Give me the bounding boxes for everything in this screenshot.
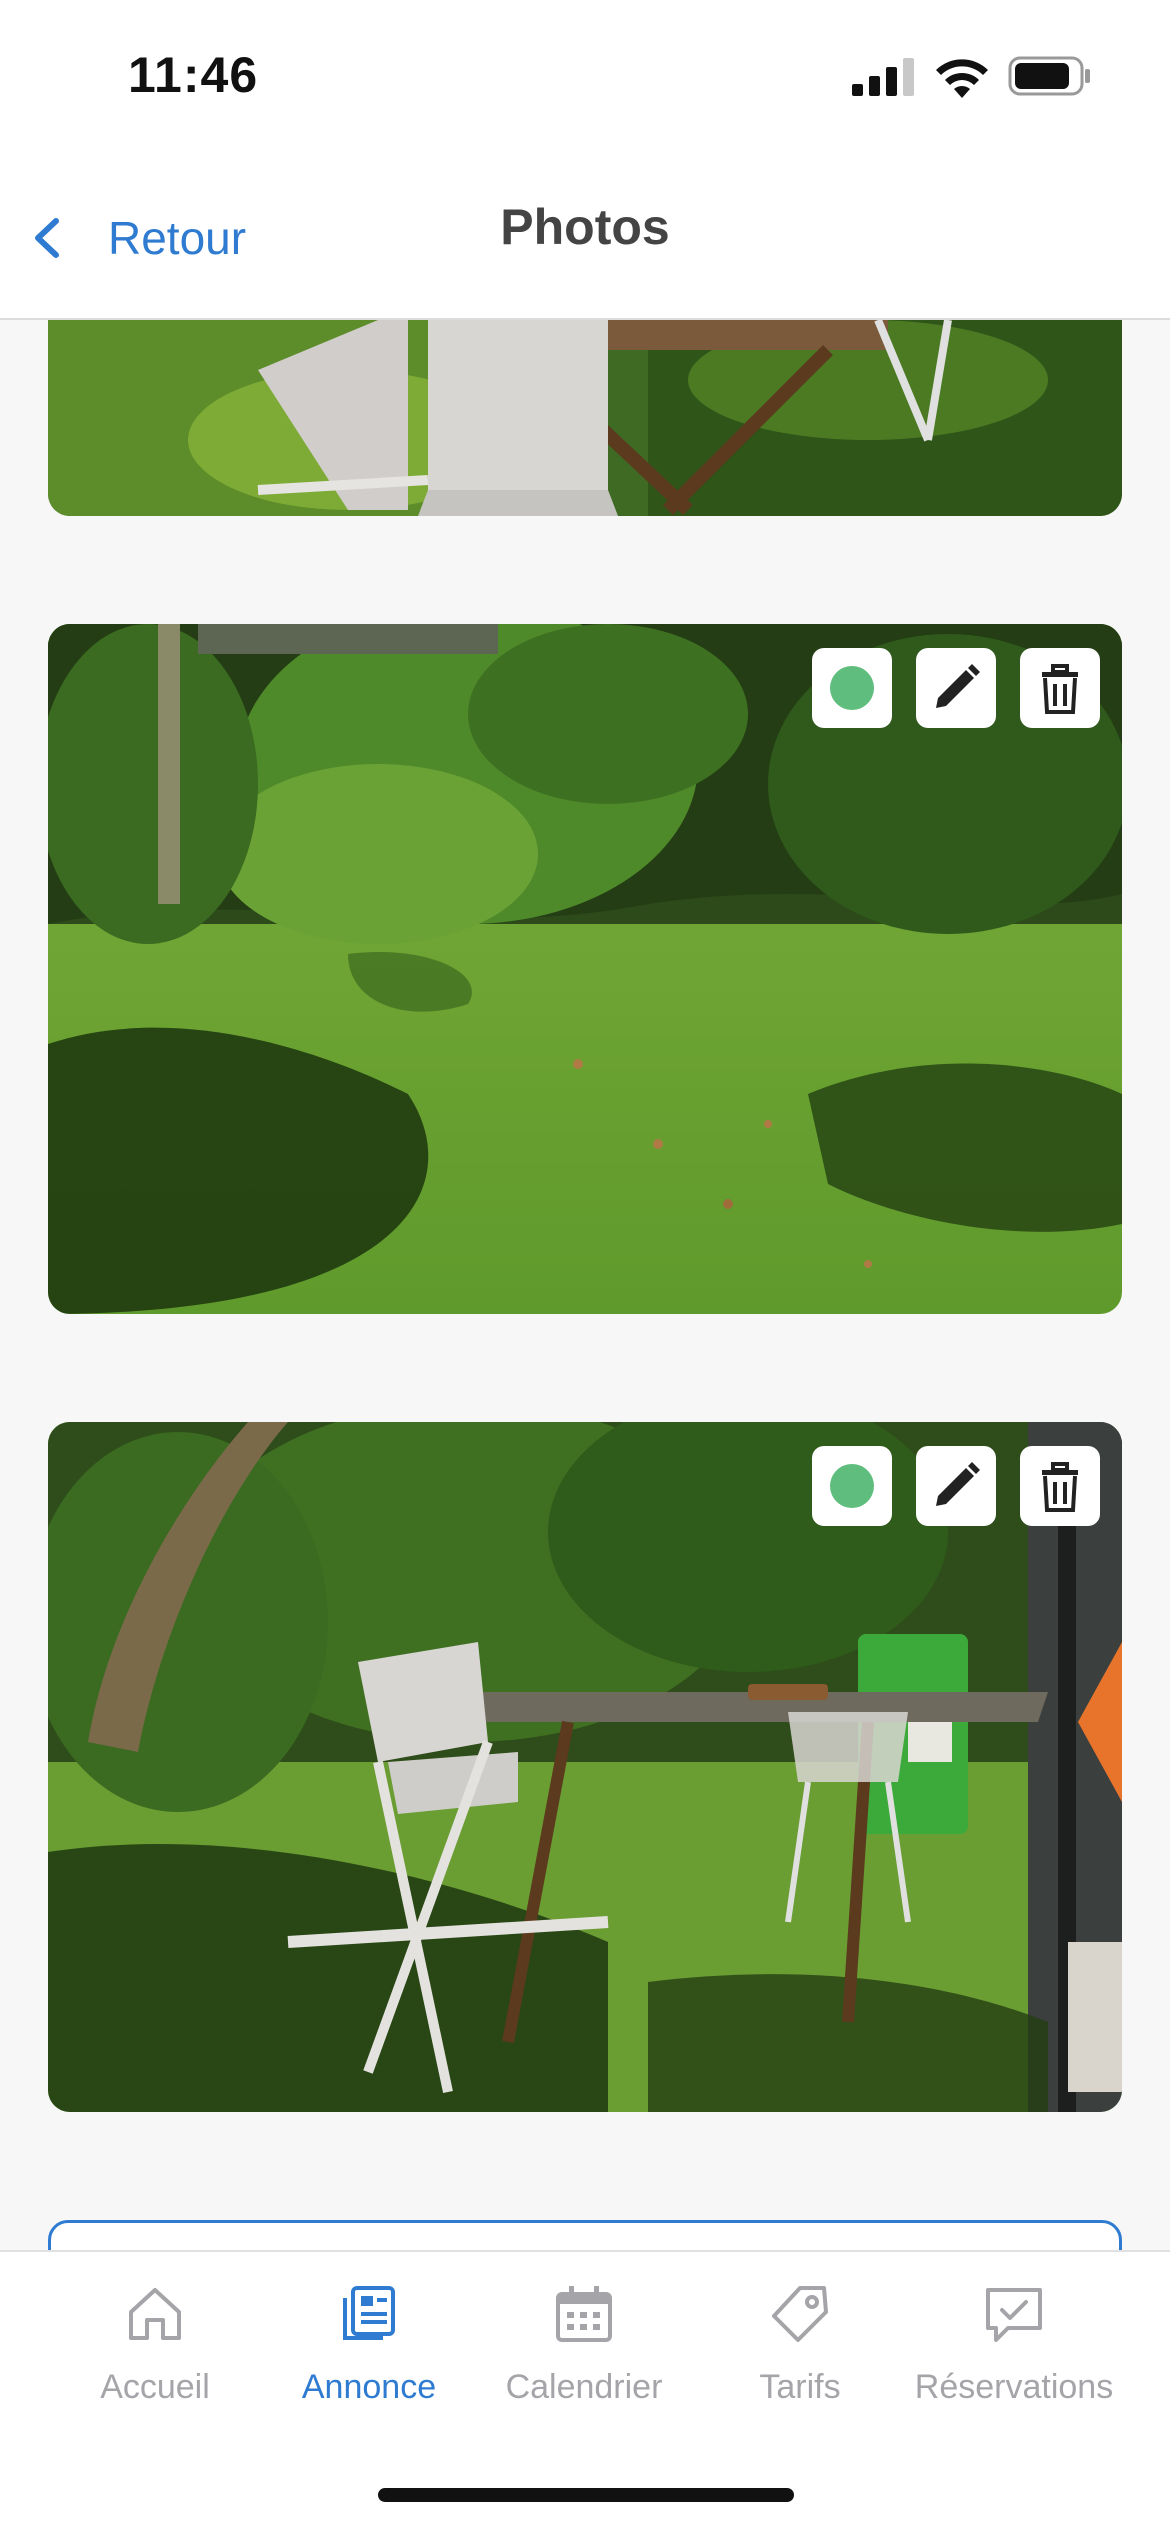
photo-card[interactable] bbox=[48, 624, 1122, 1314]
home-indicator[interactable] bbox=[378, 2488, 794, 2502]
tab-reservations[interactable]: Réservations bbox=[904, 2282, 1124, 2407]
tab-annonce[interactable]: Annonce bbox=[259, 2282, 479, 2407]
photo-actions bbox=[812, 648, 1100, 728]
photo-image bbox=[48, 320, 1122, 516]
status-bar: 11:46 bbox=[0, 0, 1170, 150]
set-main-photo-button[interactable] bbox=[812, 1446, 892, 1526]
listing-icon bbox=[343, 2286, 395, 2340]
delete-photo-button[interactable] bbox=[1020, 648, 1100, 728]
navigation-bar: Retour Photos bbox=[0, 150, 1170, 320]
home-icon bbox=[129, 2288, 181, 2340]
edit-photo-button[interactable] bbox=[916, 1446, 996, 1526]
edit-icon bbox=[936, 664, 980, 708]
photo-card[interactable] bbox=[48, 320, 1122, 516]
add-photo-button[interactable] bbox=[48, 2220, 1122, 2250]
reservations-icon bbox=[986, 2288, 1042, 2342]
edit-photo-button[interactable] bbox=[916, 648, 996, 728]
photo-list[interactable] bbox=[0, 320, 1170, 2250]
tab-label: Annonce bbox=[301, 2368, 437, 2406]
main-indicator-icon bbox=[830, 1464, 874, 1508]
tab-calendrier[interactable]: Calendrier bbox=[474, 2282, 694, 2407]
edit-icon bbox=[936, 1462, 980, 1506]
status-time: 11:46 bbox=[128, 47, 259, 103]
set-main-photo-button[interactable] bbox=[812, 648, 892, 728]
tab-tarifs[interactable]: Tarifs bbox=[690, 2282, 910, 2407]
photo-card[interactable] bbox=[48, 1422, 1122, 2112]
signal-icon bbox=[852, 58, 914, 96]
delete-photo-button[interactable] bbox=[1020, 1446, 1100, 1526]
tab-label: Accueil bbox=[100, 2368, 210, 2406]
calendar-icon bbox=[556, 2286, 612, 2342]
photo-actions bbox=[812, 1446, 1100, 1526]
main-indicator-icon bbox=[830, 666, 874, 710]
tab-accueil[interactable]: Accueil bbox=[45, 2282, 265, 2407]
tag-icon bbox=[772, 2286, 828, 2342]
tab-label: Réservations bbox=[914, 2368, 1114, 2406]
battery-icon bbox=[1008, 56, 1090, 96]
page-title: Photos bbox=[500, 199, 670, 255]
tab-label: Calendrier bbox=[505, 2368, 663, 2406]
tab-label: Tarifs bbox=[759, 2368, 841, 2406]
trash-icon bbox=[1042, 664, 1078, 714]
trash-icon bbox=[1042, 1462, 1078, 1512]
wifi-icon bbox=[936, 59, 988, 98]
